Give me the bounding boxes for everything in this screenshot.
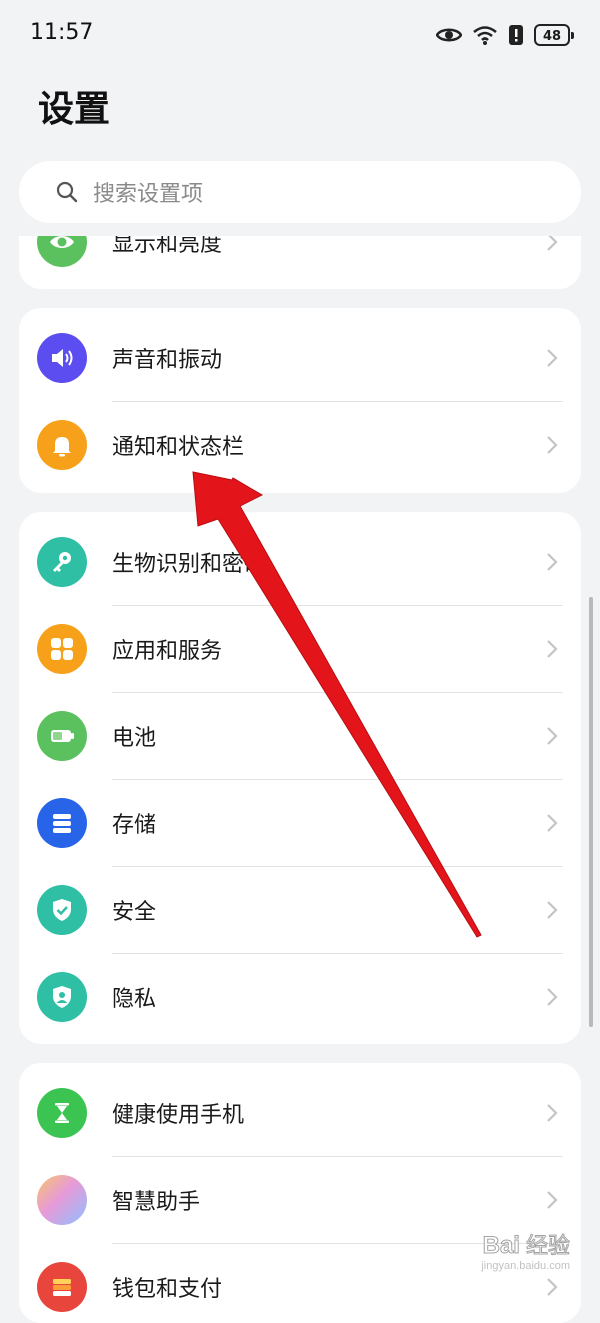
- chevron-right-icon: [547, 1190, 558, 1209]
- chevron-right-icon: [547, 639, 558, 658]
- chevron-right-icon: [547, 987, 558, 1006]
- battery-icon: [37, 710, 87, 761]
- settings-item-battery[interactable]: 电池: [19, 692, 581, 779]
- settings-item-label: 电池: [112, 725, 157, 751]
- watermark: Bai 经验 jingyan.baidu.com: [481, 1228, 570, 1273]
- settings-item-label: 安全: [112, 899, 157, 925]
- bell-icon: [37, 419, 87, 470]
- chevron-right-icon: [547, 348, 558, 367]
- chevron-right-icon: [547, 236, 558, 251]
- settings-item-biometrics[interactable]: 生物识别和密码: [19, 518, 581, 605]
- chevron-right-icon: [547, 726, 558, 745]
- settings-item-label: 钱包和支付: [112, 1276, 223, 1302]
- settings-item-label: 声音和振动: [112, 347, 223, 373]
- settings-item-display[interactable]: 显示和亮度: [19, 236, 581, 285]
- settings-group-display: 显示和亮度: [19, 236, 581, 289]
- eye-icon: [37, 236, 87, 267]
- search-placeholder: 搜索设置项: [93, 182, 204, 207]
- settings-item-label: 隐私: [112, 986, 157, 1012]
- battery-indicator: 48: [534, 24, 574, 46]
- watermark-url: jingyan.baidu.com: [481, 1260, 570, 1272]
- wifi-status-icon: [473, 26, 497, 45]
- settings-group-more: 健康使用手机 智慧助手 钱包和支付: [19, 1063, 581, 1323]
- page-title: 设置: [38, 89, 111, 130]
- chevron-right-icon: [547, 1277, 558, 1296]
- volume-icon: [37, 332, 87, 383]
- chevron-right-icon: [547, 552, 558, 571]
- chevron-right-icon: [547, 435, 558, 454]
- status-bar: 11:57 48: [0, 0, 600, 70]
- settings-item-sound[interactable]: 声音和振动: [19, 314, 581, 401]
- search-icon: [56, 181, 78, 203]
- settings-item-notifications[interactable]: 通知和状态栏: [19, 401, 581, 488]
- wallet-icon: [37, 1261, 87, 1312]
- key-icon: [37, 536, 87, 587]
- settings-item-storage[interactable]: 存储: [19, 779, 581, 866]
- apps-icon: [37, 623, 87, 674]
- eye-status-icon: [436, 28, 462, 42]
- settings-item-security[interactable]: 安全: [19, 866, 581, 953]
- alert-status-icon: [509, 25, 523, 45]
- chevron-right-icon: [547, 813, 558, 832]
- settings-item-privacy[interactable]: 隐私: [19, 953, 581, 1040]
- shield-check-icon: [37, 884, 87, 935]
- settings-item-label: 通知和状态栏: [112, 434, 245, 460]
- settings-item-apps[interactable]: 应用和服务: [19, 605, 581, 692]
- storage-icon: [37, 797, 87, 848]
- watermark-text: 经验: [525, 1234, 570, 1260]
- scrollbar[interactable]: [589, 597, 593, 1027]
- assistant-icon: [37, 1174, 87, 1225]
- watermark-logo: Bai: [482, 1232, 520, 1260]
- settings-item-label: 应用和服务: [112, 638, 223, 664]
- status-icons: 48: [436, 20, 574, 50]
- settings-item-label: 存储: [112, 812, 157, 838]
- search-input[interactable]: 搜索设置项: [19, 161, 581, 223]
- chevron-right-icon: [547, 1103, 558, 1122]
- status-time: 11:57: [30, 20, 94, 45]
- settings-item-digital-balance[interactable]: 健康使用手机: [19, 1069, 581, 1156]
- settings-item-label: 显示和亮度: [112, 236, 223, 257]
- hourglass-icon: [37, 1087, 87, 1138]
- settings-item-label: 健康使用手机: [112, 1102, 245, 1128]
- settings-item-label: 生物识别和密码: [112, 551, 267, 577]
- settings-group-sound-notify: 声音和振动 通知和状态栏: [19, 308, 581, 493]
- settings-group-security: 生物识别和密码 应用和服务 电池 存储 安全 隐私: [19, 512, 581, 1044]
- settings-item-label: 智慧助手: [112, 1189, 201, 1215]
- privacy-icon: [37, 971, 87, 1022]
- chevron-right-icon: [547, 900, 558, 919]
